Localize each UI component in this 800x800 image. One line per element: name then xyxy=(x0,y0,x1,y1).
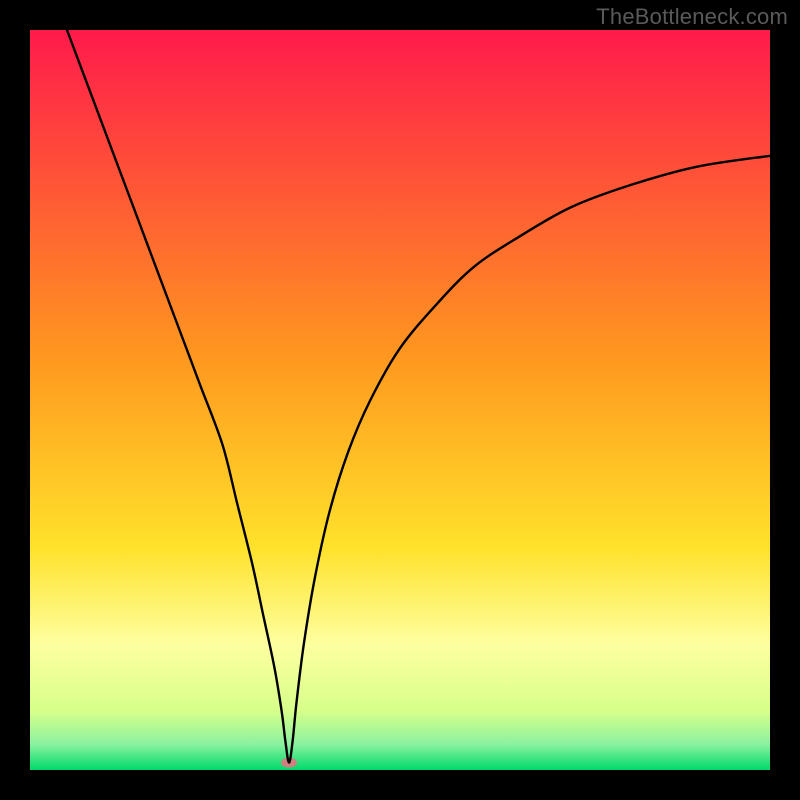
gradient-background xyxy=(30,30,770,770)
chart-frame xyxy=(30,30,770,770)
watermark-text: TheBottleneck.com xyxy=(596,4,788,30)
bottleneck-chart xyxy=(30,30,770,770)
